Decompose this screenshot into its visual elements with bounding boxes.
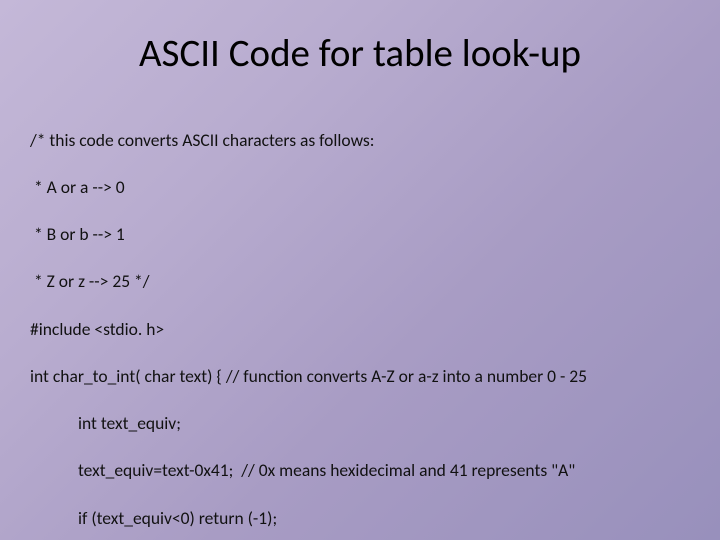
code-line: int char_to_int( char text) { // functio… — [30, 365, 680, 389]
code-line: * B or b --> 1 — [30, 223, 680, 247]
code-line: int text_equiv; — [30, 412, 680, 436]
code-line: #include <stdio. h> — [30, 318, 680, 342]
slide-title: ASCII Code for table look-up — [40, 30, 680, 77]
code-line: * A or a --> 0 — [30, 176, 680, 200]
slide: ASCII Code for table look-up /* this cod… — [0, 0, 720, 540]
code-line: if (text_equiv<0) return (-1); — [30, 507, 680, 531]
code-line: text_equiv=text-0x41; // 0x means hexide… — [30, 459, 680, 483]
code-line: /* this code converts ASCII characters a… — [30, 129, 680, 153]
code-line: * Z or z --> 25 */ — [30, 270, 680, 294]
code-block: /* this code converts ASCII characters a… — [30, 105, 680, 540]
